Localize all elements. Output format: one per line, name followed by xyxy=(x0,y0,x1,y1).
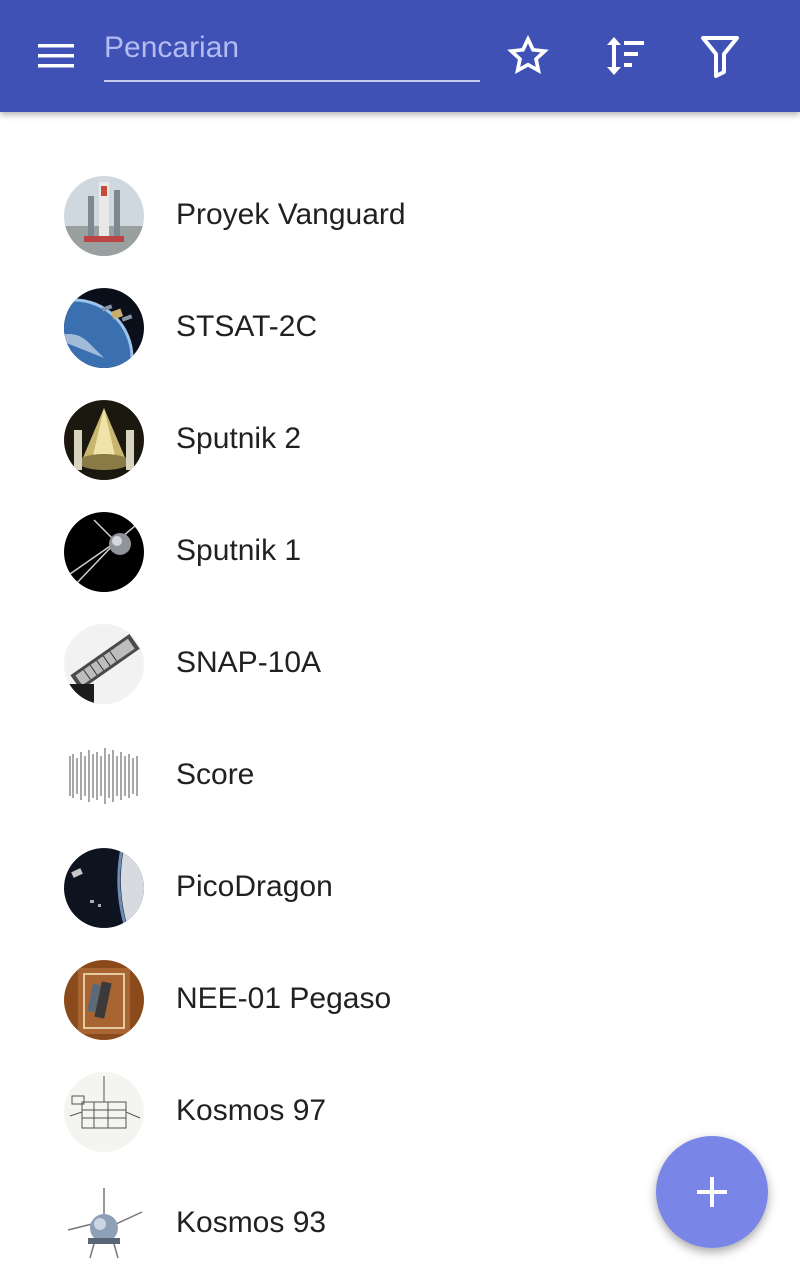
list-item-label: Kosmos 97 xyxy=(176,1094,327,1127)
satellite-list: Proyek Vanguard STSAT-2C Sputnik 2 Sputn… xyxy=(0,160,800,1280)
thumbnail-kosmos-97-drawing xyxy=(64,1072,144,1152)
list-item[interactable]: STSAT-2C xyxy=(0,272,800,384)
sort-icon xyxy=(607,37,644,75)
thumbnail-satellite-over-earth xyxy=(64,288,144,368)
list-item-label: Sputnik 2 xyxy=(176,422,302,455)
hamburger-menu-icon xyxy=(38,44,74,68)
list-item[interactable]: Proyek Vanguard xyxy=(0,160,800,272)
list-item[interactable]: SNAP-10A xyxy=(0,608,800,720)
list-item-label: Sputnik 1 xyxy=(176,534,302,567)
filter-button[interactable] xyxy=(688,24,752,88)
filter-icon xyxy=(701,36,739,78)
list-item-label: NEE-01 Pegaso xyxy=(176,982,392,1015)
thumbnail-picodragon-in-orbit xyxy=(64,848,144,928)
sort-button[interactable] xyxy=(591,24,655,88)
thumbnail-pegaso-satellite-display xyxy=(64,960,144,1040)
list-item-label: Score xyxy=(176,758,255,791)
list-item[interactable]: Score xyxy=(0,720,800,832)
search-field[interactable] xyxy=(104,20,480,82)
list-item[interactable]: Sputnik 1 xyxy=(0,496,800,608)
list-item-label: Kosmos 93 xyxy=(176,1206,327,1239)
thumbnail-sputnik-1-sphere xyxy=(64,512,144,592)
list-item[interactable]: NEE-01 Pegaso xyxy=(0,944,800,1056)
search-input[interactable] xyxy=(104,26,480,70)
star-outline-icon xyxy=(507,34,549,75)
list-item-label: PicoDragon xyxy=(176,870,333,903)
list-item-label: SNAP-10A xyxy=(176,646,322,679)
thumbnail-score-logo-text xyxy=(64,736,144,816)
menu-button[interactable] xyxy=(24,24,88,88)
plus-icon xyxy=(697,1177,727,1207)
list-item[interactable]: PicoDragon xyxy=(0,832,800,944)
list-item-label: STSAT-2C xyxy=(176,310,318,343)
list-item-label: Proyek Vanguard xyxy=(176,198,406,231)
add-button[interactable] xyxy=(656,1136,768,1248)
thumbnail-snap-10a-satellite xyxy=(64,624,144,704)
thumbnail-rocket-launch-pad xyxy=(64,176,144,256)
list-item[interactable]: Sputnik 2 xyxy=(0,384,800,496)
thumbnail-kosmos-93-satellite xyxy=(64,1184,144,1264)
thumbnail-sputnik-2-capsule xyxy=(64,400,144,480)
favorites-button[interactable] xyxy=(496,24,560,88)
app-bar xyxy=(0,0,800,112)
